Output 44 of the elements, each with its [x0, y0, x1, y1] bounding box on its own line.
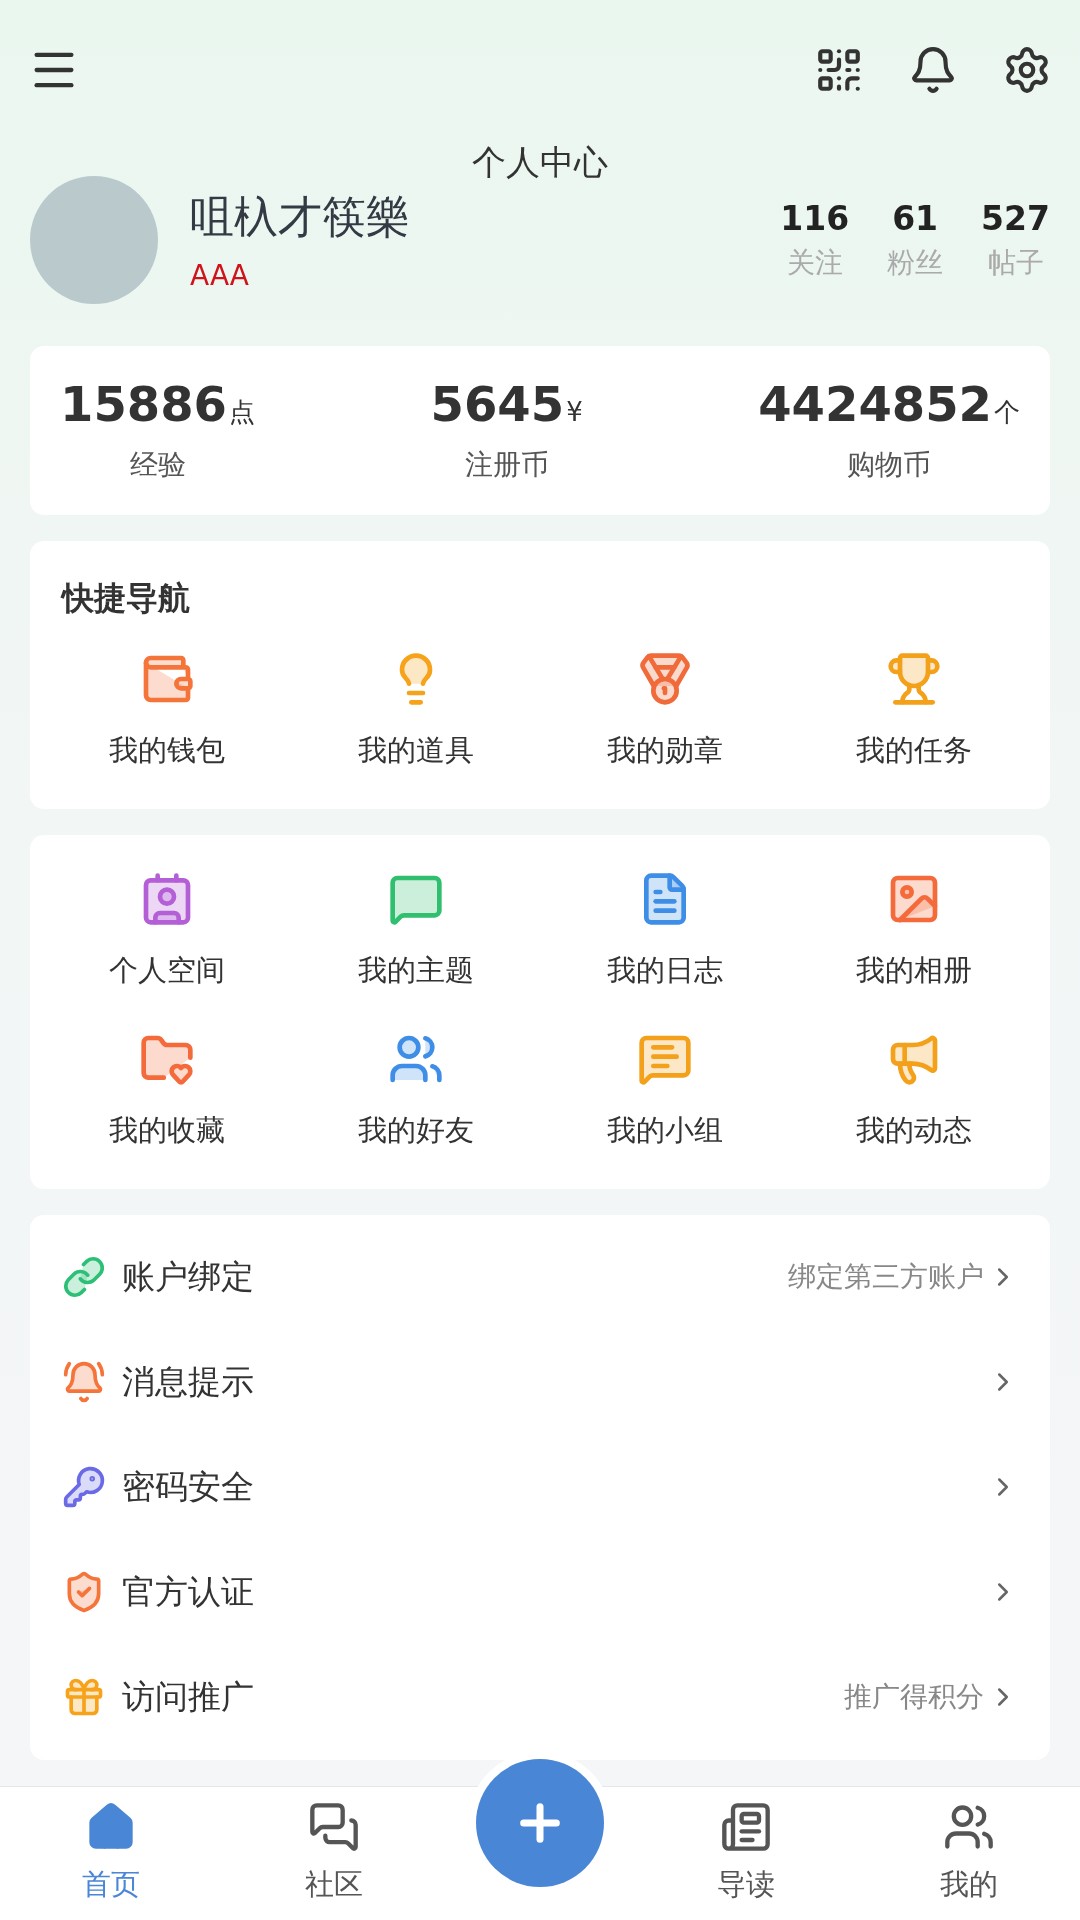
feature-item[interactable]: 我的好友: [291, 1020, 540, 1161]
bell-icon: [62, 1360, 106, 1405]
stat-unit: ¥: [566, 397, 583, 428]
feature-item[interactable]: 我的相册: [789, 860, 1038, 1001]
quick-nav-item[interactable]: 我的任务: [789, 640, 1038, 781]
settings-row[interactable]: 账户绑定 绑定第三方账户: [30, 1224, 1050, 1330]
quick-nav-item[interactable]: 我的勋章: [540, 640, 789, 781]
link-icon: [62, 1255, 106, 1300]
feature-item[interactable]: 我的动态: [789, 1020, 1038, 1161]
nav-tab[interactable]: 首页: [31, 1800, 192, 1907]
profile-count[interactable]: 61 粉丝: [887, 198, 944, 282]
stat-unit: 点: [229, 396, 255, 430]
stat-value: 15886: [60, 376, 227, 433]
nav-tab[interactable]: 社区: [253, 1800, 414, 1907]
newspaper-icon: [720, 1801, 773, 1854]
profile-count[interactable]: 116 关注: [780, 198, 850, 282]
stat-label: 注册币: [464, 447, 549, 484]
stat-label: 经验: [129, 447, 186, 484]
profile-count[interactable]: 527 帖子: [981, 198, 1050, 282]
feature-item[interactable]: 我的日志: [540, 860, 789, 1001]
chat-bubbles-icon: [307, 1801, 360, 1854]
stat-unit: 个: [994, 396, 1020, 430]
stat-label: 购物币: [847, 447, 932, 484]
section-title: 快捷导航: [59, 577, 191, 619]
stat-value: 4424852: [758, 376, 992, 433]
quick-nav-item[interactable]: 我的道具: [291, 640, 540, 781]
page-title: 个人中心: [471, 141, 609, 184]
row-hint: 推广得积分: [844, 1679, 984, 1716]
user-name: 咀杁才筷樂: [190, 190, 411, 244]
nav-tab[interactable]: 我的: [888, 1800, 1049, 1907]
trophy-icon: [885, 650, 942, 707]
row-hint: 绑定第三方账户: [788, 1259, 984, 1296]
quick-nav-item[interactable]: 我的钱包: [42, 640, 291, 781]
feature-item[interactable]: 个人空间: [42, 860, 291, 1001]
stat-value: 5645: [430, 376, 565, 433]
feature-item[interactable]: 我的小组: [540, 1020, 789, 1161]
feature-item[interactable]: 我的主题: [291, 860, 540, 1001]
settings-row[interactable]: 访问推广 推广得积分: [30, 1644, 1050, 1750]
user-level: AAA: [190, 259, 251, 292]
settings-row[interactable]: 密码安全: [30, 1434, 1050, 1540]
feature-item[interactable]: 我的收藏: [42, 1020, 291, 1161]
settings-row[interactable]: 消息提示: [30, 1329, 1050, 1435]
settings-row[interactable]: 官方认证: [30, 1539, 1050, 1645]
nav-tab[interactable]: 导读: [666, 1800, 827, 1907]
